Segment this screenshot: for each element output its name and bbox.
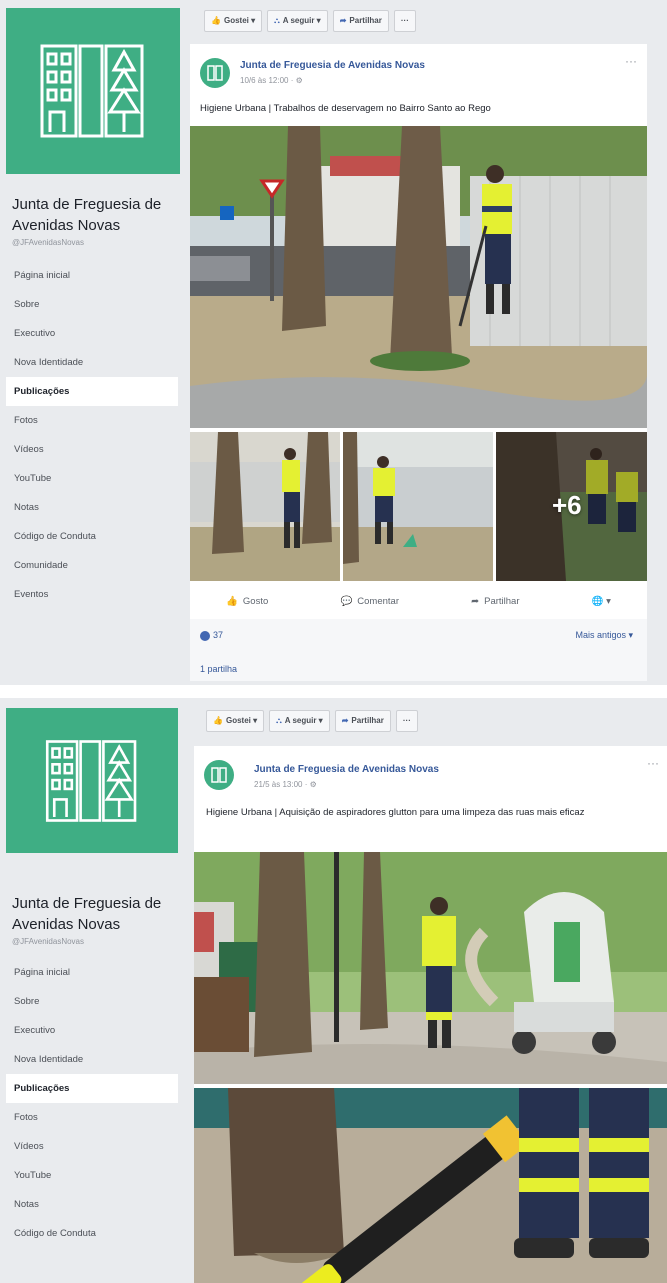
- follow-icon: ⛬: [274, 16, 280, 25]
- sidebar-item-code-of-conduct[interactable]: Código de Conduta: [6, 522, 184, 551]
- sidebar-item-about[interactable]: Sobre: [6, 987, 184, 1016]
- comment-icon: 💬: [340, 595, 353, 607]
- page-logo[interactable]: [6, 708, 178, 853]
- sidebar-item-executive[interactable]: Executivo: [6, 319, 184, 348]
- post-avatar[interactable]: [204, 760, 234, 790]
- page-actions: 👍 Gostei ▾ ⛬ A seguir ▾ ➦ Partilhar ···: [206, 710, 418, 732]
- page-handle: @JFAvenidasNovas: [12, 937, 85, 946]
- like-reaction-icon: [200, 630, 210, 641]
- sidebar-item-youtube[interactable]: YouTube: [6, 1161, 184, 1190]
- globe-icon: 🌐: [591, 595, 604, 607]
- post-photo-thumb-2[interactable]: [343, 432, 493, 581]
- sidebar-item-events[interactable]: Eventos: [6, 580, 184, 609]
- share-page-button[interactable]: ➦ Partilhar: [334, 710, 391, 732]
- screenshot-2: Junta de Freguesia de Avenidas Novas @JF…: [0, 698, 667, 1283]
- share-button[interactable]: ➦ Partilhar: [471, 596, 519, 607]
- screenshot-1: Junta de Freguesia de Avenidas Novas @JF…: [0, 0, 667, 685]
- sidebar-item-home[interactable]: Página inicial: [6, 261, 184, 290]
- more-photos-count[interactable]: +6: [552, 490, 582, 521]
- comment-button[interactable]: 💬 Comentar: [340, 596, 399, 607]
- reaction-count[interactable]: 37: [200, 630, 223, 641]
- sidebar-item-home[interactable]: Página inicial: [6, 958, 184, 987]
- post-photo-top[interactable]: [194, 852, 667, 1084]
- post-footer: [190, 619, 647, 681]
- post-action-bar: 👍 Gosto 💬 Comentar ➦ Partilhar 🌐 ▾: [190, 589, 647, 613]
- like-button[interactable]: 👍 Gosto: [226, 596, 268, 607]
- sidebar-item-about[interactable]: Sobre: [6, 290, 184, 319]
- page-handle: @JFAvenidasNovas: [12, 238, 85, 247]
- more-button[interactable]: ···: [393, 10, 416, 32]
- logo-mini-icon: [207, 65, 223, 81]
- page-logo[interactable]: [6, 8, 180, 174]
- blower-closeup-photo: [194, 1088, 667, 1283]
- logo-buildings-trees-icon: [40, 44, 144, 138]
- shares-count[interactable]: 1 partilha: [200, 664, 237, 674]
- sidebar-item-photos[interactable]: Fotos: [6, 406, 184, 435]
- thumbs-up-icon: 👍: [226, 595, 238, 607]
- thumbs-up-icon: 👍: [211, 16, 221, 25]
- post-avatar[interactable]: [200, 58, 230, 88]
- sidebar-item-videos[interactable]: Vídeos: [6, 435, 184, 464]
- page-actions: 👍 Gostei ▾ ⛬ A seguir ▾ ➦ Partilhar ···: [204, 10, 416, 32]
- thumb-photo-2: [343, 432, 493, 581]
- share-icon: ➦: [471, 595, 480, 607]
- sidebar-item-notes[interactable]: Notas: [6, 493, 184, 522]
- follow-icon: ⛬: [276, 716, 282, 725]
- share-page-button[interactable]: ➦ Partilhar: [332, 10, 389, 32]
- post-photo-bottom[interactable]: [194, 1088, 667, 1283]
- page-name[interactable]: Junta de Freguesia de Avenidas Novas: [6, 893, 184, 935]
- page-sidebar: Junta de Freguesia de Avenidas Novas @JF…: [6, 698, 184, 1248]
- post-text: Higiene Urbana | Trabalhos de deservagem…: [200, 103, 491, 114]
- street-cleaning-photo: [190, 126, 647, 428]
- sidebar-item-new-identity[interactable]: Nova Identidade: [6, 1045, 184, 1074]
- like-page-button[interactable]: 👍 Gostei ▾: [204, 10, 263, 32]
- sidebar-item-posts[interactable]: Publicações: [6, 1074, 178, 1103]
- share-icon: ➦: [339, 16, 347, 25]
- thumbs-up-icon: 👍: [213, 716, 223, 725]
- sidebar-item-community[interactable]: Comunidade: [6, 551, 184, 580]
- follow-button[interactable]: ⛬ A seguir ▾: [269, 710, 330, 732]
- post-card: Junta de Freguesia de Avenidas Novas 10/…: [190, 44, 647, 681]
- share-icon: ➦: [341, 716, 349, 725]
- sidebar-item-photos[interactable]: Fotos: [6, 1103, 184, 1132]
- older-comments-link[interactable]: Mais antigos ▾: [575, 630, 633, 641]
- post-photo-thumb-1[interactable]: [190, 432, 340, 581]
- logo-buildings-trees-icon: [45, 739, 137, 822]
- more-button[interactable]: ···: [395, 710, 418, 732]
- logo-mini-icon: [211, 767, 227, 783]
- follow-button[interactable]: ⛬ A seguir ▾: [267, 10, 328, 32]
- post-author[interactable]: Junta de Freguesia de Avenidas Novas: [240, 60, 425, 71]
- sidebar-item-youtube[interactable]: YouTube: [6, 464, 184, 493]
- like-page-button[interactable]: 👍 Gostei ▾: [206, 710, 265, 732]
- post-menu-icon[interactable]: ···: [647, 756, 659, 770]
- post-time[interactable]: 21/5 às 13:00 · ⚙: [254, 780, 317, 789]
- sidebar-item-notes[interactable]: Notas: [6, 1190, 184, 1219]
- sidebar-item-posts[interactable]: Publicações: [6, 377, 178, 406]
- post-card: Junta de Freguesia de Avenidas Novas 21/…: [194, 746, 667, 1283]
- post-photo-thumb-3[interactable]: +6: [496, 432, 647, 581]
- sidebar-item-code-of-conduct[interactable]: Código de Conduta: [6, 1219, 184, 1248]
- post-time[interactable]: 10/6 às 12:00 · ⚙: [240, 76, 303, 85]
- thumb-photo-1: [190, 432, 340, 581]
- post-text: Higiene Urbana | Aquisição de aspiradore…: [206, 807, 585, 818]
- page-name[interactable]: Junta de Freguesia de Avenidas Novas: [6, 194, 184, 236]
- post-author[interactable]: Junta de Freguesia de Avenidas Novas: [254, 764, 439, 775]
- post-photo-main[interactable]: [190, 126, 647, 428]
- sidebar-item-videos[interactable]: Vídeos: [6, 1132, 184, 1161]
- sidebar-item-new-identity[interactable]: Nova Identidade: [6, 348, 184, 377]
- post-menu-icon[interactable]: ···: [625, 54, 637, 68]
- vacuum-cleaner-photo: [194, 852, 667, 1084]
- page-sidebar: Junta de Freguesia de Avenidas Novas @JF…: [6, 0, 184, 609]
- audience-selector[interactable]: 🌐 ▾: [592, 596, 611, 607]
- sidebar-item-executive[interactable]: Executivo: [6, 1016, 184, 1045]
